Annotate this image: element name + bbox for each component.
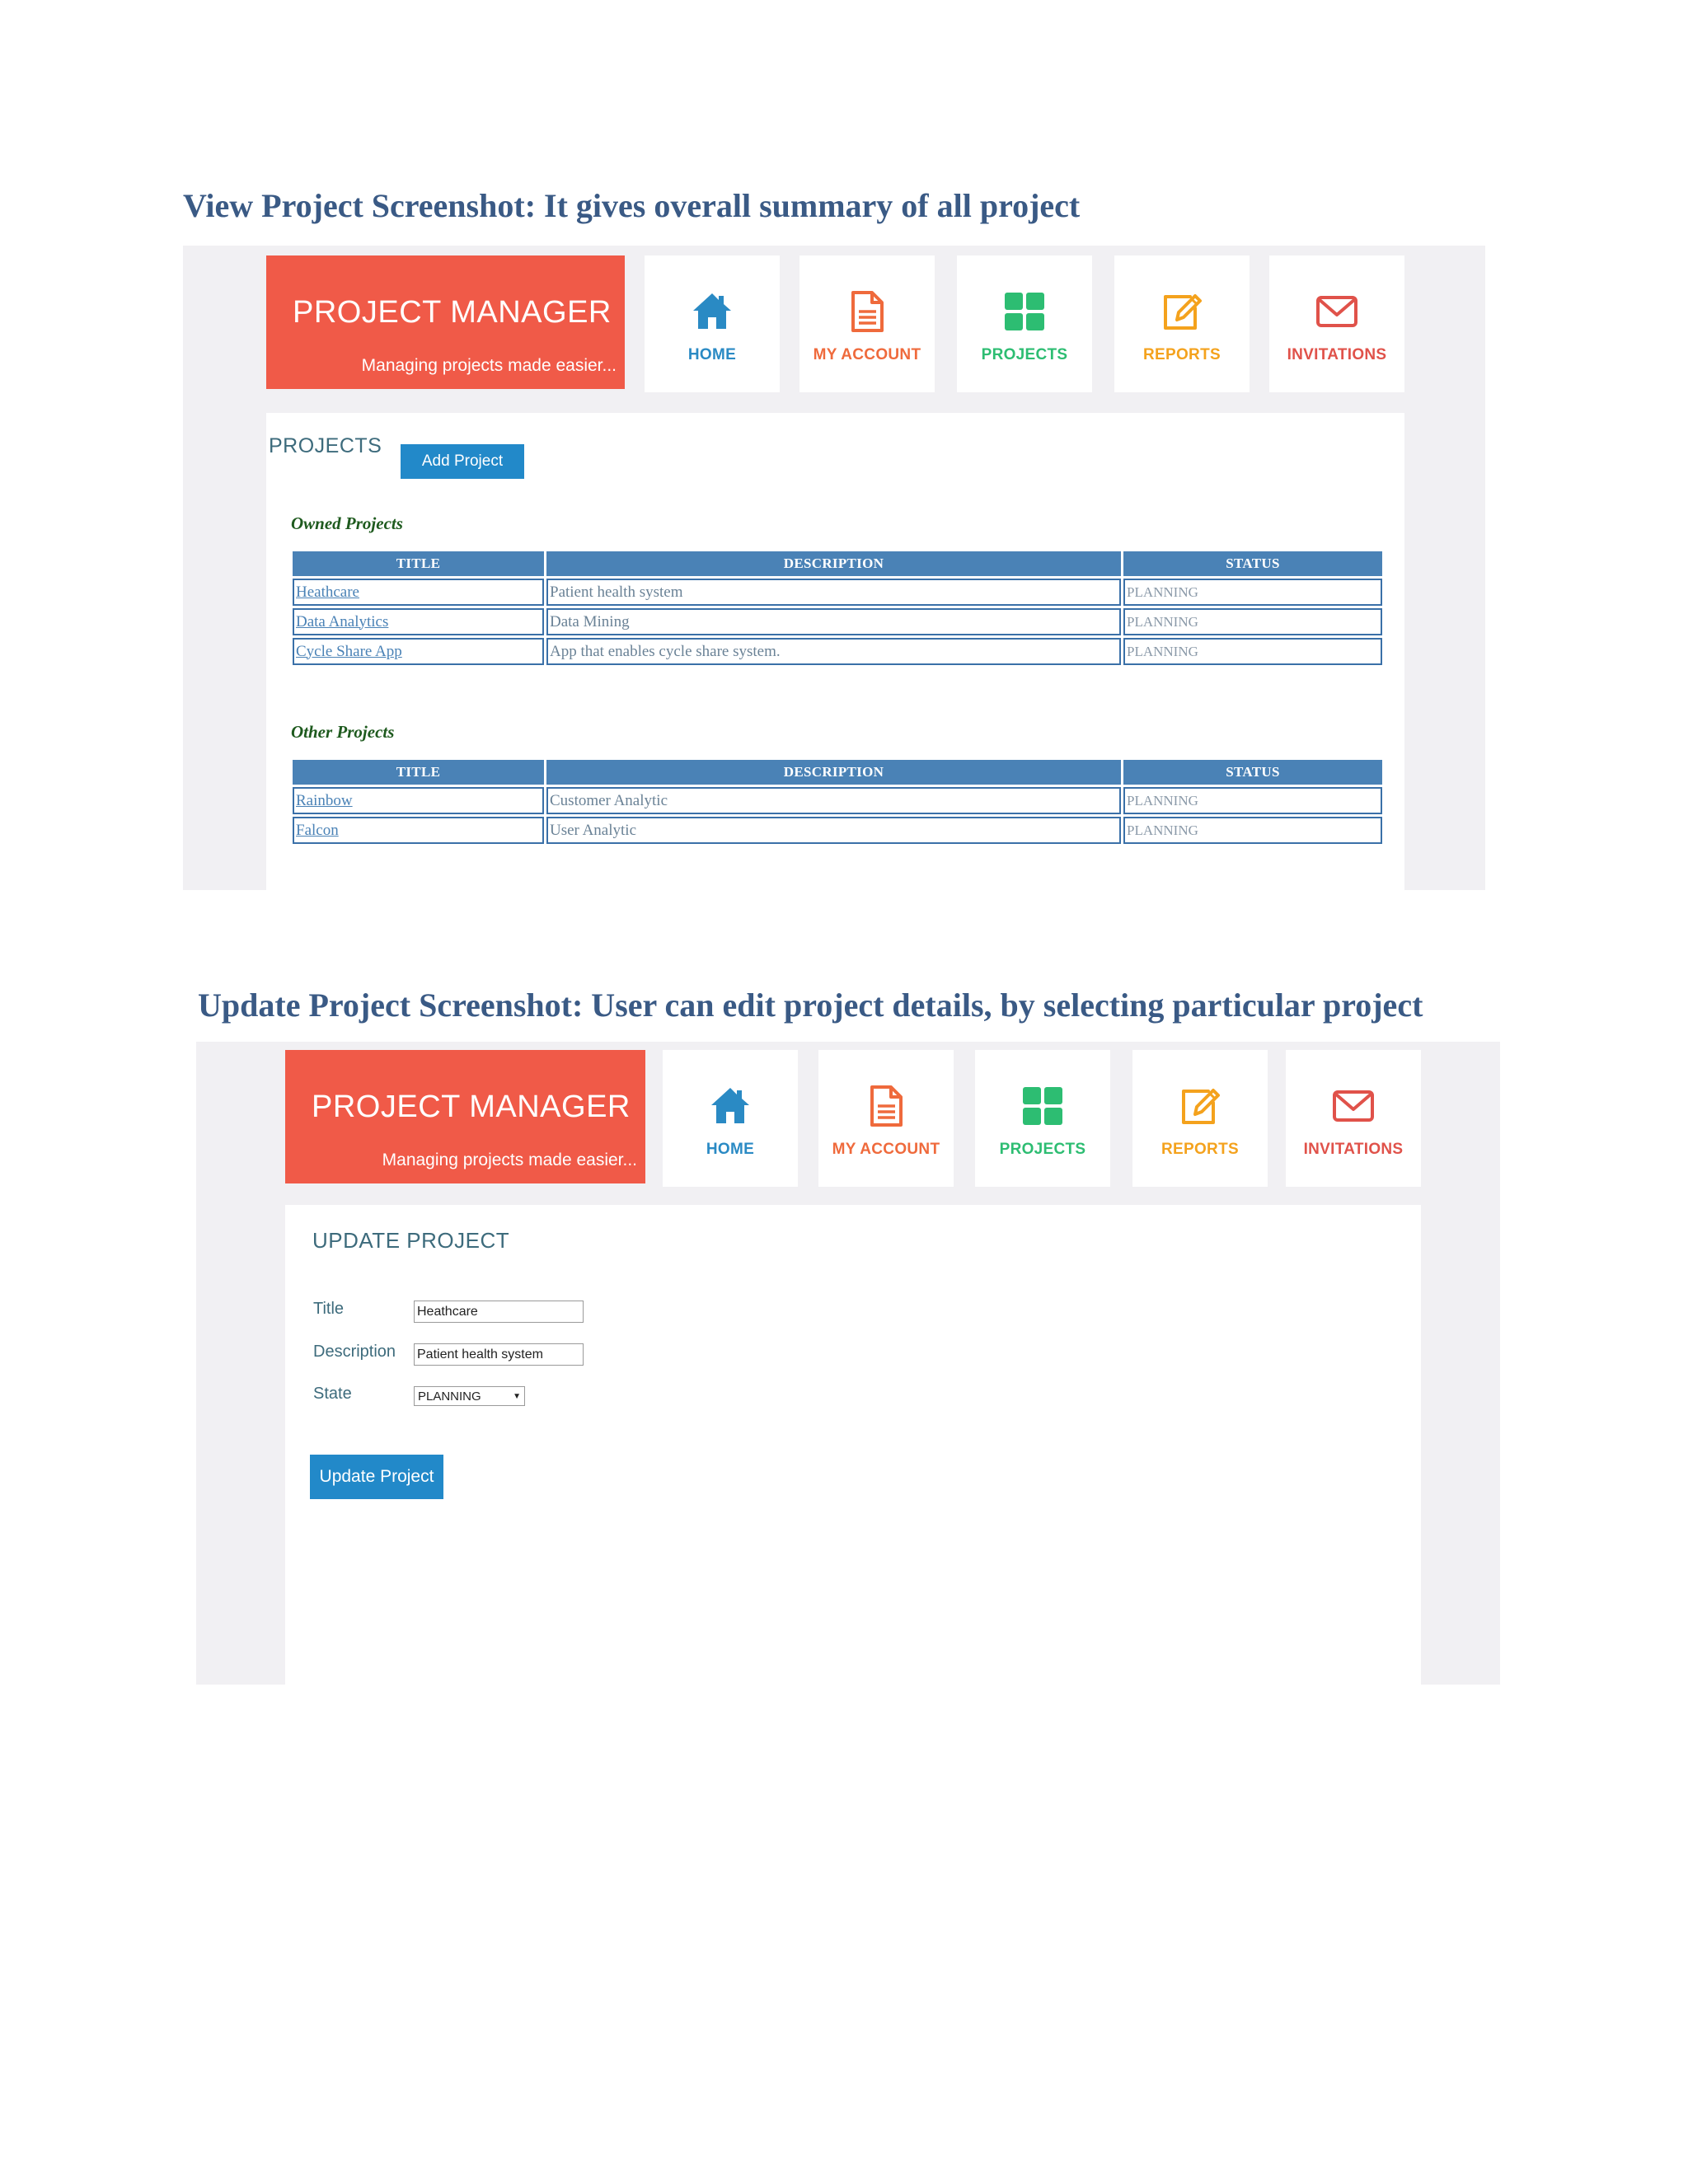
mail-icon [1333, 1090, 1374, 1122]
cell-title: Heathcare [293, 579, 544, 606]
state-selected-value: PLANNING [418, 1389, 481, 1404]
document-icon [851, 291, 884, 332]
table-row: Cycle Share App App that enables cycle s… [293, 638, 1382, 665]
state-label: State [313, 1385, 352, 1403]
grid-icon [1005, 293, 1044, 330]
view-project-screenshot: PROJECT MANAGER Managing projects made e… [183, 246, 1485, 890]
description-label: Description [313, 1343, 396, 1361]
project-link[interactable]: Heathcare [296, 583, 359, 601]
cell-status: PLANNING [1123, 787, 1382, 814]
page-title: PROJECTS [269, 434, 382, 457]
update-project-screenshot: PROJECT MANAGER Managing projects made e… [196, 1042, 1500, 1685]
col-description: DESCRIPTION [546, 551, 1121, 576]
cell-description: User Analytic [546, 817, 1121, 844]
description-input[interactable] [414, 1343, 584, 1366]
cell-title: Rainbow [293, 787, 544, 814]
update-project-panel: UPDATE PROJECT Title Description State P… [285, 1205, 1421, 1685]
nav-reports[interactable]: REPORTS [1132, 1050, 1268, 1187]
col-description: DESCRIPTION [546, 760, 1121, 785]
app-brand: PROJECT MANAGER Managing projects made e… [285, 1050, 645, 1183]
cell-description: Data Mining [546, 608, 1121, 635]
nav-projects[interactable]: PROJECTS [975, 1050, 1110, 1187]
project-link[interactable]: Falcon [296, 822, 339, 839]
project-link[interactable]: Rainbow [296, 792, 353, 809]
home-icon [693, 293, 731, 329]
col-title: TITLE [293, 551, 544, 576]
app-title: PROJECT MANAGER [312, 1090, 631, 1124]
add-project-button[interactable]: Add Project [401, 444, 524, 479]
project-link[interactable]: Data Analytics [296, 613, 388, 630]
mail-icon [1316, 296, 1357, 327]
table-header-row: TITLE DESCRIPTION STATUS [293, 551, 1382, 576]
owned-projects-heading: Owned Projects [291, 513, 403, 533]
grid-icon [1023, 1087, 1062, 1125]
nav-home[interactable]: HOME [663, 1050, 798, 1187]
nav-projects[interactable]: PROJECTS [957, 255, 1092, 392]
cell-status: PLANNING [1123, 817, 1382, 844]
state-select[interactable]: PLANNING ▼ [414, 1386, 525, 1406]
edit-icon [1164, 294, 1202, 330]
cell-description: App that enables cycle share system. [546, 638, 1121, 665]
cell-description: Patient health system [546, 579, 1121, 606]
cell-title: Cycle Share App [293, 638, 544, 665]
table-row: Heathcare Patient health system PLANNING [293, 579, 1382, 606]
app-tagline: Managing projects made easier... [361, 356, 617, 375]
other-projects-table: TITLE DESCRIPTION STATUS Rainbow Custome… [290, 757, 1385, 846]
cell-status: PLANNING [1123, 579, 1382, 606]
title-label: Title [313, 1300, 345, 1318]
title-input[interactable] [414, 1301, 584, 1323]
nav-my-account[interactable]: MY ACCOUNT [799, 255, 935, 392]
document-icon [870, 1085, 903, 1127]
update-project-heading: Update Project Screenshot: User can edit… [198, 987, 1423, 1024]
nav-invitations[interactable]: INVITATIONS [1269, 255, 1404, 392]
app-title: PROJECT MANAGER [293, 295, 612, 330]
owned-projects-table: TITLE DESCRIPTION STATUS Heathcare Patie… [290, 549, 1385, 668]
other-projects-heading: Other Projects [291, 722, 395, 742]
table-row: Rainbow Customer Analytic PLANNING [293, 787, 1382, 814]
cell-title: Falcon [293, 817, 544, 844]
col-title: TITLE [293, 760, 544, 785]
app-tagline: Managing projects made easier... [382, 1151, 637, 1169]
cell-title: Data Analytics [293, 608, 544, 635]
project-link[interactable]: Cycle Share App [296, 643, 402, 660]
edit-icon [1182, 1089, 1220, 1124]
page-title: UPDATE PROJECT [312, 1228, 510, 1253]
nav-home[interactable]: HOME [645, 255, 780, 392]
table-header-row: TITLE DESCRIPTION STATUS [293, 760, 1382, 785]
col-status: STATUS [1123, 551, 1382, 576]
cell-description: Customer Analytic [546, 787, 1121, 814]
app-brand: PROJECT MANAGER Managing projects made e… [266, 255, 625, 389]
update-project-button[interactable]: Update Project [310, 1455, 443, 1499]
col-status: STATUS [1123, 760, 1382, 785]
nav-reports[interactable]: REPORTS [1114, 255, 1250, 392]
table-row: Data Analytics Data Mining PLANNING [293, 608, 1382, 635]
view-project-heading: View Project Screenshot: It gives overal… [183, 187, 1081, 224]
table-row: Falcon User Analytic PLANNING [293, 817, 1382, 844]
dropdown-arrow-icon: ▼ [513, 1391, 521, 1401]
cell-status: PLANNING [1123, 638, 1382, 665]
nav-my-account[interactable]: MY ACCOUNT [818, 1050, 954, 1187]
home-icon [711, 1088, 749, 1123]
cell-status: PLANNING [1123, 608, 1382, 635]
nav-invitations[interactable]: INVITATIONS [1286, 1050, 1421, 1187]
projects-panel: PROJECTS Add Project Owned Projects TITL… [266, 413, 1404, 890]
